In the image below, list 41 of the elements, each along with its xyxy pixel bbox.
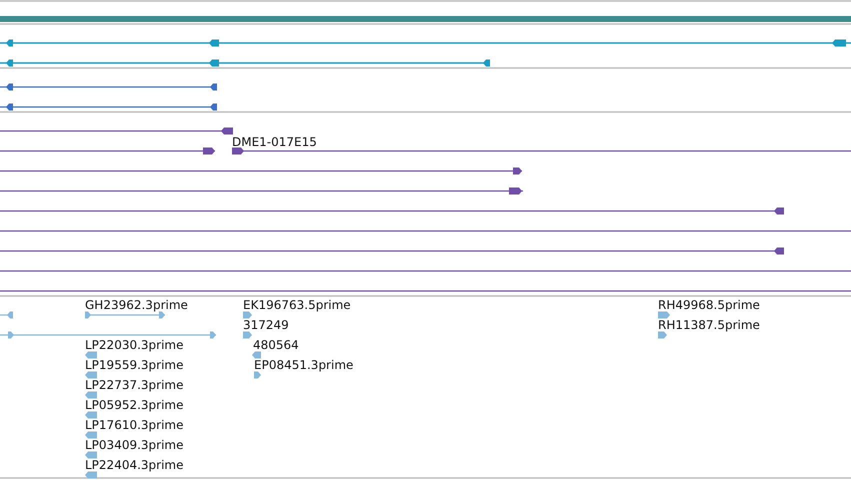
est-alignment[interactable] [85,392,97,398]
est-alignment[interactable] [243,312,252,318]
est-alignment[interactable] [0,332,216,338]
clone-alignment[interactable] [0,248,784,254]
feature-label: RH11387.5prime [658,318,760,332]
est-alignment[interactable] [254,372,261,378]
feature-label: 480564 [253,338,299,352]
feature-label: GH23962.3prime [85,298,188,312]
transcript-model[interactable] [0,84,217,90]
feature-label: LP05952.3prime [85,398,184,412]
est-alignment[interactable] [85,432,97,438]
est-alignment[interactable] [243,332,252,338]
clone-alignment[interactable] [0,128,233,134]
feature-label: LP22404.3prime [85,458,184,472]
clone-alignment[interactable] [0,148,851,154]
est-alignment[interactable] [85,412,97,418]
feature-label: LP19559.3prime [85,358,184,372]
est-alignment[interactable] [658,312,670,318]
gene-model[interactable] [0,40,851,46]
feature-label: LP03409.3prime [85,438,184,452]
feature-label: LP22030.3prime [85,338,184,352]
feature-label: RH49968.5prime [658,298,760,312]
est-alignment[interactable] [85,352,97,358]
clone-alignment[interactable] [0,168,522,174]
feature-label: EK196763.5prime [243,298,351,312]
est-alignment[interactable] [85,372,97,378]
est-alignment[interactable] [85,472,97,478]
est-alignment[interactable] [85,312,165,318]
est-alignment[interactable] [252,352,261,358]
est-alignment[interactable] [85,452,97,458]
feature-label: EP08451.3prime [254,358,354,372]
feature-label: LP22737.3prime [85,378,184,392]
clone-alignment[interactable] [0,208,784,214]
feature-label: LP17610.3prime [85,418,184,432]
clone-alignment[interactable] [0,188,523,194]
feature-label: DME1-017E15 [232,135,317,149]
gene-model[interactable] [0,60,490,66]
est-alignment[interactable] [0,312,13,318]
transcript-model[interactable] [0,104,217,110]
feature-label: 317249 [243,318,289,332]
est-alignment[interactable] [658,332,667,338]
